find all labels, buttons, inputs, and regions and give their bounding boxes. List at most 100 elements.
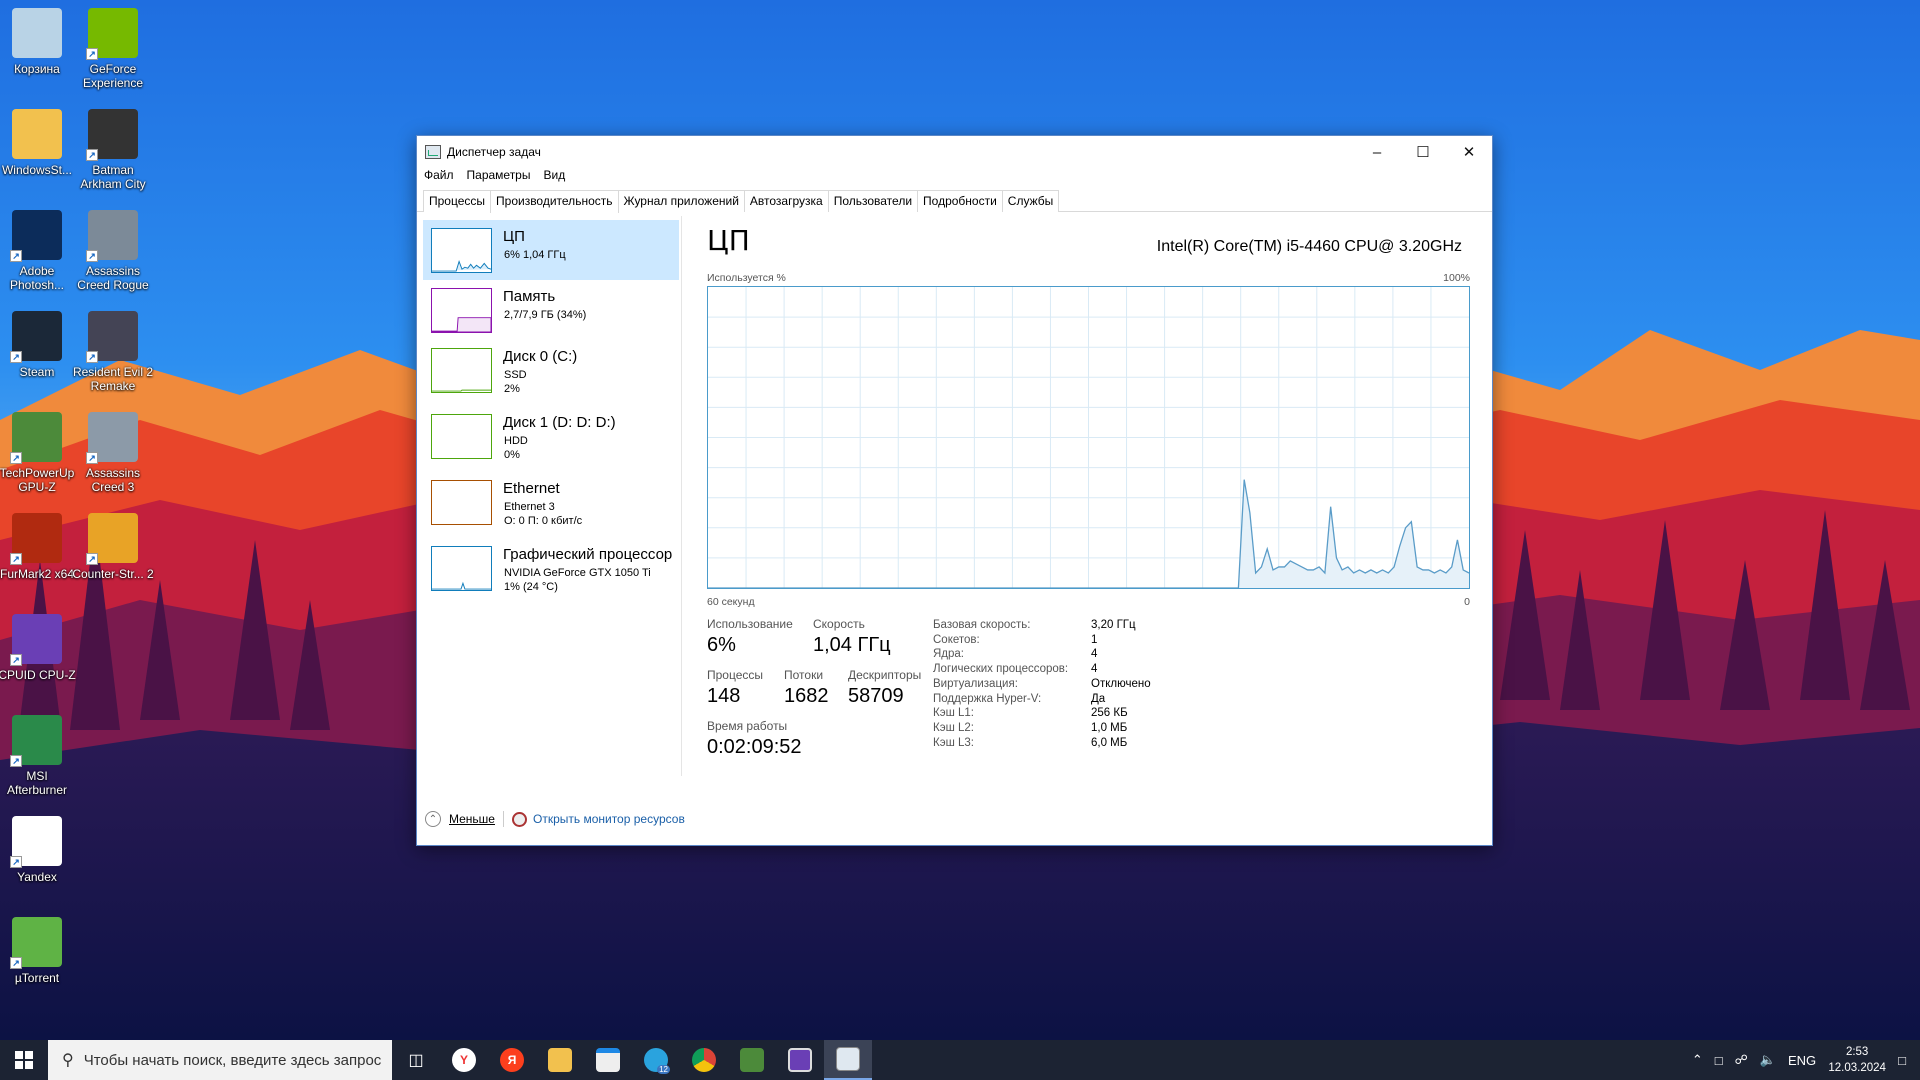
language-indicator[interactable]: ENG: [1788, 1053, 1816, 1068]
resource-usage-disk1: 0%: [504, 449, 520, 461]
start-button[interactable]: [0, 1040, 48, 1080]
tab-processes[interactable]: Процессы: [423, 190, 492, 212]
task-manager-window: Диспетчер задач – ☐ ✕ Файл Параметры Вид…: [416, 135, 1493, 846]
desktop-icon[interactable]: ↗ GeForce Experience: [71, 4, 155, 102]
taskbar-search-box[interactable]: ⚲ Чтобы начать поиск, введите здесь запр…: [48, 1040, 392, 1080]
taskbar: ⚲ Чтобы начать поиск, введите здесь запр…: [0, 1040, 1920, 1080]
taskbar-task-manager[interactable]: [824, 1040, 872, 1080]
taskbar-chrome[interactable]: [680, 1040, 728, 1080]
notifications-icon[interactable]: □: [1898, 1053, 1906, 1068]
open-resource-monitor-link[interactable]: Открыть монитор ресурсов: [533, 812, 685, 826]
spec-label: Виртуализация:: [933, 677, 1018, 690]
search-icon: ⚲: [62, 1052, 74, 1069]
desktop-icon-label: µTorrent: [14, 971, 60, 985]
ac-rogue-icon: ↗: [86, 210, 138, 262]
spec-label: Кэш L2:: [933, 721, 974, 734]
yandex-browser-icon: ↗: [10, 816, 62, 868]
tab-details[interactable]: Подробности: [917, 190, 1003, 212]
re2-icon: ↗: [86, 311, 138, 363]
fewer-details-link[interactable]: Меньше: [449, 812, 495, 826]
shortcut-arrow-icon: ↗: [86, 250, 98, 262]
taskbar-cpuz[interactable]: [776, 1040, 824, 1080]
desktop-icon[interactable]: ↗ Steam: [0, 307, 79, 405]
store-icon: [596, 1048, 620, 1072]
taskbar-yandex[interactable]: Я: [488, 1040, 536, 1080]
desktop-icon-label: GeForce Experience: [82, 62, 144, 90]
volume-icon[interactable]: 🔈: [1760, 1052, 1776, 1068]
tab-startup[interactable]: Автозагрузка: [743, 190, 829, 212]
desktop-icon-label: TechPowerUp GPU-Z: [0, 466, 75, 494]
folder-icon: [12, 109, 62, 159]
desktop-icon[interactable]: ↗ Yandex: [0, 812, 79, 910]
resource-item-ethernet[interactable]: Ethernet Ethernet 3 О: 0 П: 0 кбит/с: [423, 472, 679, 532]
chevron-up-icon[interactable]: ⌃: [1692, 1052, 1703, 1068]
tablet-icon[interactable]: □: [1715, 1053, 1723, 1068]
graph-y-label: Используется %: [707, 272, 786, 284]
desktop-icon[interactable]: ↗ Assassins Creed Rogue: [71, 206, 155, 304]
spec-value: 4: [1091, 648, 1098, 661]
telegram-unread-badge: 12: [657, 1065, 670, 1074]
taskbar-telegram[interactable]: 12: [632, 1040, 680, 1080]
desktop-icon-label: Assassins Creed 3: [85, 466, 141, 494]
desktop-icon[interactable]: ↗ µTorrent: [0, 913, 79, 1011]
chevron-up-icon[interactable]: ⌃: [425, 811, 441, 827]
spec-value: 256 КБ: [1091, 707, 1128, 720]
graph-grid: [708, 287, 1469, 588]
afterburner-icon: ↗: [10, 715, 62, 767]
resource-item-gpu[interactable]: Графический процессор NVIDIA GeForce GTX…: [423, 538, 679, 598]
resource-item-disk0[interactable]: Диск 0 (C:) SSD 2%: [423, 340, 679, 400]
desktop-icon[interactable]: ↗ Batman Arkham City: [71, 105, 155, 203]
desktop-icon-label: Steam: [19, 365, 55, 379]
threads-value: 1682: [784, 685, 829, 707]
desktop-icon[interactable]: ↗ TechPowerUp GPU-Z: [0, 408, 79, 506]
desktop-icon[interactable]: Корзина: [0, 4, 79, 102]
resource-item-disk1[interactable]: Диск 1 (D: D: D:) HDD 0%: [423, 406, 679, 466]
taskbar-store[interactable]: [584, 1040, 632, 1080]
chrome-icon: [692, 1048, 716, 1072]
usage-label: Использование: [707, 617, 793, 631]
threads-label: Потоки: [784, 668, 824, 682]
title-bar[interactable]: Диспетчер задач – ☐ ✕: [417, 136, 1492, 168]
tab-bar: Процессы Производительность Журнал прило…: [417, 190, 1492, 213]
spec-value: Да: [1091, 692, 1106, 705]
taskbar-yandex-browser[interactable]: Y: [440, 1040, 488, 1080]
tab-users[interactable]: Пользователи: [827, 190, 919, 212]
clock[interactable]: 2:53 12.03.2024: [1822, 1044, 1892, 1076]
menu-options[interactable]: Параметры: [467, 168, 531, 186]
taskbar-file-explorer[interactable]: [536, 1040, 584, 1080]
tab-performance[interactable]: Производительность: [490, 190, 619, 213]
desktop-icon[interactable]: ↗ FurMark2 x64: [0, 509, 79, 607]
desktop-icon[interactable]: ↗ Resident Evil 2 Remake: [71, 307, 155, 405]
tab-app-history[interactable]: Журнал приложений: [617, 190, 745, 212]
desktop-icon[interactable]: ↗ Adobe Photosh...: [0, 206, 79, 304]
resource-adapter-ethernet: Ethernet 3: [504, 501, 555, 513]
resource-type-disk0: SSD: [504, 369, 527, 381]
menu-file[interactable]: Файл: [424, 168, 454, 186]
processes-value: 148: [707, 685, 741, 707]
desktop-icon[interactable]: ↗ MSI Afterburner: [0, 711, 79, 809]
resource-item-cpu[interactable]: ЦП 6% 1,04 ГГц: [423, 220, 679, 280]
taskbar-gpuz[interactable]: [728, 1040, 776, 1080]
geforce-icon: ↗: [86, 8, 138, 60]
desktop-icon[interactable]: WindowsSt...: [0, 105, 79, 203]
desktop-icon[interactable]: ↗ Counter-Str... 2: [71, 509, 155, 607]
network-icon[interactable]: ☍: [1735, 1052, 1748, 1068]
task-view-button[interactable]: ◫: [392, 1040, 440, 1080]
speed-label: Скорость: [813, 617, 865, 631]
menu-view[interactable]: Вид: [543, 168, 565, 186]
desktop-icon[interactable]: ↗ CPUID CPU-Z: [0, 610, 79, 708]
resource-item-memory[interactable]: Память 2,7/7,9 ГБ (34%): [423, 280, 679, 340]
spec-value: 4: [1091, 663, 1098, 676]
tab-services[interactable]: Службы: [1001, 190, 1060, 212]
close-button[interactable]: ✕: [1446, 136, 1492, 168]
steam-icon: ↗: [10, 311, 62, 363]
resource-name-disk0: Диск 0 (C:): [503, 348, 578, 365]
maximize-button[interactable]: ☐: [1400, 136, 1446, 168]
desktop-icon[interactable]: ↗ Assassins Creed 3: [71, 408, 155, 506]
desktop-icon-label: Adobe Photosh...: [9, 264, 65, 292]
footer-bar: ⌃ Меньше Открыть монитор ресурсов: [425, 811, 685, 827]
desktop-icon-label: Batman Arkham City: [80, 163, 146, 191]
spec-value: 1,0 МБ: [1091, 721, 1128, 734]
minimize-button[interactable]: –: [1354, 136, 1400, 168]
cpu-usage-graph: [707, 286, 1470, 589]
